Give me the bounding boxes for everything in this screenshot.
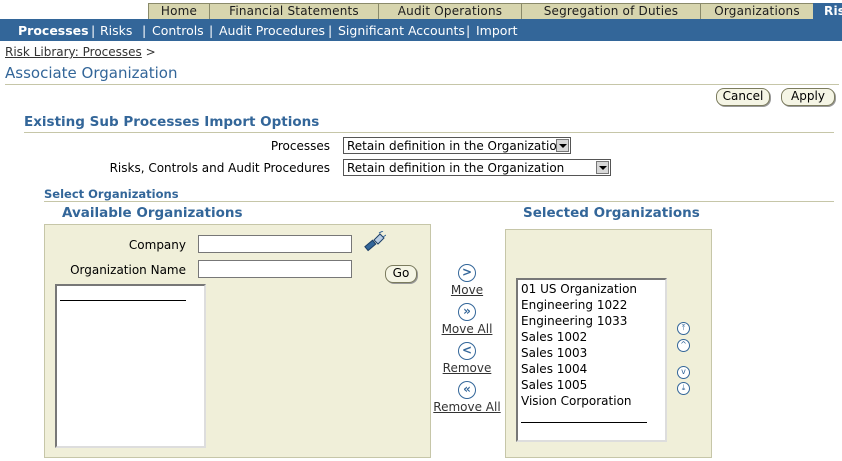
subnav-significant-accounts[interactable]: Significant Accounts [338, 23, 465, 38]
move-up-icon[interactable]: ^ [677, 339, 690, 352]
breadcrumb: Risk Library: Processes > [5, 45, 156, 59]
list-item[interactable]: Engineering 1033 [521, 313, 627, 329]
subnav-processes[interactable]: Processes [18, 23, 89, 38]
selected-organizations-heading: Selected Organizations [523, 205, 700, 221]
apply-button[interactable]: Apply [781, 88, 835, 106]
tab-organizations[interactable]: Organizations [700, 3, 814, 20]
company-input[interactable] [198, 235, 352, 253]
list-item[interactable]: Sales 1005 [521, 377, 587, 393]
list-item[interactable]: Vision Corporation [521, 393, 632, 409]
move-to-bottom-icon[interactable]: ⤓ [677, 382, 690, 395]
subnav-risks[interactable]: Risks [100, 23, 132, 38]
tab-financial-statements[interactable]: Financial Statements [209, 3, 379, 20]
flashlight-search-icon[interactable] [362, 230, 387, 255]
available-organizations-heading: Available Organizations [62, 205, 243, 221]
subnav-separator: | [466, 23, 471, 38]
move-button[interactable]: > Move [427, 264, 507, 297]
remove-arrow-icon: < [458, 342, 476, 360]
move-arrow-icon: > [458, 264, 476, 282]
move-all-label[interactable]: Move All [427, 322, 507, 336]
remove-all-label[interactable]: Remove All [427, 400, 507, 414]
list-placeholder-line [521, 422, 647, 423]
tab-segregation-of-duties[interactable]: Segregation of Duties [521, 3, 701, 20]
tab-risk-library[interactable]: Ris [813, 3, 842, 20]
move-label[interactable]: Move [427, 283, 507, 297]
cancel-button[interactable]: Cancel [716, 88, 770, 106]
list-item[interactable]: Sales 1002 [521, 329, 587, 345]
move-all-button[interactable]: » Move All [427, 303, 507, 336]
tab-bar: Home Financial Statements Audit Operatio… [0, 0, 842, 20]
move-to-top-icon[interactable]: ⤒ [677, 322, 690, 335]
tab-home[interactable]: Home [148, 3, 210, 20]
subnav-separator: | [91, 23, 96, 38]
list-item[interactable]: Engineering 1022 [521, 297, 627, 313]
rcap-label: Risks, Controls and Audit Procedures [109, 161, 330, 175]
processes-select[interactable]: Retain definition in the Organization [343, 137, 571, 154]
remove-label[interactable]: Remove [427, 361, 507, 375]
breadcrumb-link-risk-library-processes[interactable]: Risk Library: Processes [5, 45, 142, 59]
section-divider [24, 132, 834, 133]
list-item[interactable]: Sales 1004 [521, 361, 587, 377]
select-organizations-heading: Select Organizations [44, 187, 179, 201]
available-organizations-list[interactable] [55, 284, 206, 448]
go-button[interactable]: Go [385, 265, 417, 283]
remove-all-button[interactable]: « Remove All [427, 381, 507, 414]
move-down-icon[interactable]: v [677, 366, 690, 379]
tab-audit-operations[interactable]: Audit Operations [378, 3, 522, 20]
remove-all-arrow-icon: « [458, 381, 476, 399]
dropdown-arrow-icon[interactable] [596, 161, 609, 174]
sub-navigation: Processes | Risks | Controls | Audit Pro… [0, 19, 842, 41]
remove-button[interactable]: < Remove [427, 342, 507, 375]
list-placeholder-line [60, 300, 186, 301]
dropdown-arrow-icon[interactable] [556, 139, 569, 152]
list-item[interactable]: 01 US Organization [521, 281, 637, 297]
processes-select-value: Retain definition in the Organization [347, 139, 565, 153]
page-title: Associate Organization [5, 64, 178, 82]
subnav-separator: | [142, 23, 147, 38]
breadcrumb-arrow: > [145, 45, 156, 59]
subnav-import[interactable]: Import [476, 23, 518, 38]
company-label: Company [128, 238, 186, 252]
processes-label: Processes [270, 139, 330, 153]
selected-organizations-list[interactable]: 01 US Organization Engineering 1022 Engi… [516, 278, 667, 442]
subnav-audit-procedures[interactable]: Audit Procedures [219, 23, 325, 38]
move-all-arrow-icon: » [458, 303, 476, 321]
list-item[interactable]: Sales 1003 [521, 345, 587, 361]
subsection-divider [44, 201, 834, 202]
rcap-select[interactable]: Retain definition in the Organization [343, 159, 611, 176]
rcap-select-value: Retain definition in the Organization [347, 161, 565, 175]
subnav-controls[interactable]: Controls [152, 23, 204, 38]
subnav-separator: | [328, 23, 333, 38]
organization-name-label: Organization Name [70, 263, 186, 277]
title-divider [5, 84, 839, 85]
import-options-heading: Existing Sub Processes Import Options [24, 114, 320, 130]
organization-name-input[interactable] [198, 260, 352, 278]
subnav-separator: | [209, 23, 214, 38]
